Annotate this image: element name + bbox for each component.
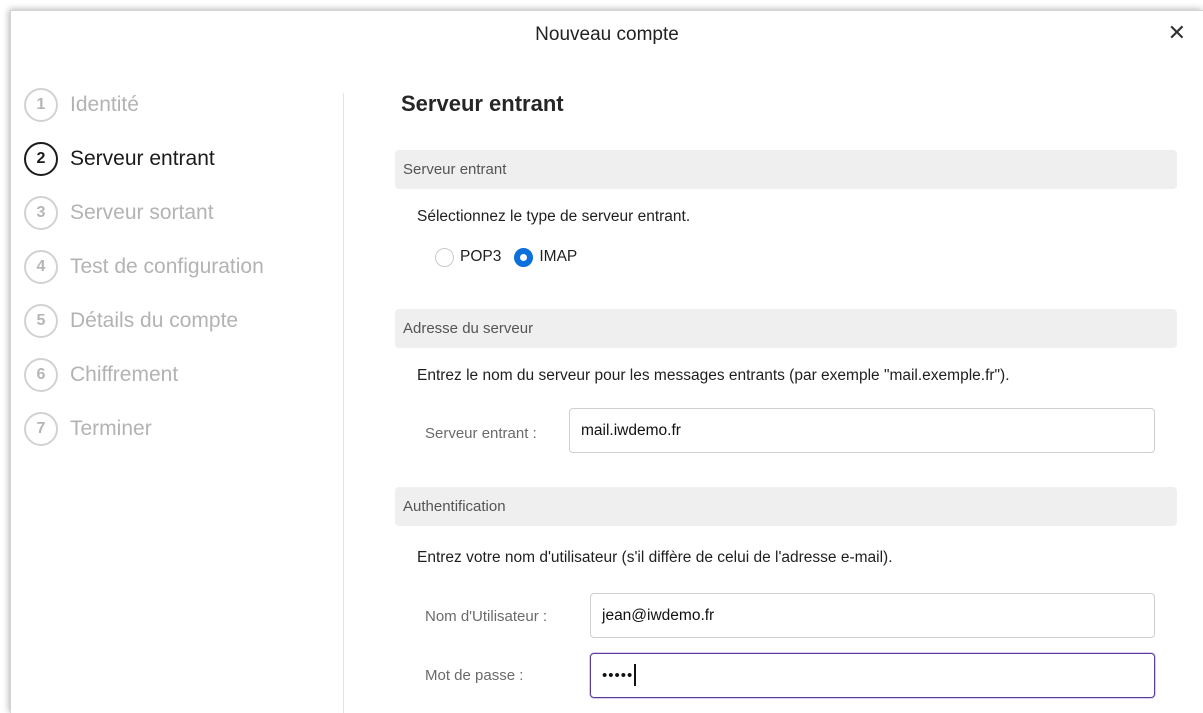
section-header-server-address: Adresse du serveur xyxy=(395,309,1177,348)
step-label: Test de configuration xyxy=(70,255,264,278)
sidebar-divider xyxy=(343,93,344,713)
step-number-badge: 2 xyxy=(24,142,58,176)
close-icon[interactable]: ✕ xyxy=(1168,20,1186,46)
step-number-badge: 6 xyxy=(24,358,58,392)
radio-pop3-label[interactable]: POP3 xyxy=(460,248,501,266)
radio-imap-label[interactable]: IMAP xyxy=(539,248,577,266)
server-type-description: Sélectionnez le type de serveur entrant. xyxy=(417,208,691,225)
step-number-badge: 7 xyxy=(24,412,58,446)
step-label: Identité xyxy=(70,93,139,116)
step-serveur-sortant[interactable]: 3 Serveur sortant xyxy=(24,193,214,233)
step-number-badge: 5 xyxy=(24,304,58,338)
title-bar: Nouveau compte ✕ xyxy=(11,11,1203,59)
text-caret xyxy=(634,663,637,686)
step-number-badge: 4 xyxy=(24,250,58,284)
password-input[interactable]: ••••• xyxy=(590,653,1155,698)
step-label: Terminer xyxy=(70,417,152,440)
step-terminer[interactable]: 7 Terminer xyxy=(24,409,152,449)
incoming-server-input[interactable]: mail.iwdemo.fr xyxy=(569,408,1155,453)
step-number-badge: 3 xyxy=(24,196,58,230)
authentication-description: Entrez votre nom d'utilisateur (s'il dif… xyxy=(417,549,893,566)
step-number-badge: 1 xyxy=(24,88,58,122)
server-type-radio-group: POP3 IMAP xyxy=(435,245,590,269)
section-header-authentication: Authentification xyxy=(395,487,1177,526)
incoming-server-label: Serveur entrant : xyxy=(425,425,537,442)
step-label: Chiffrement xyxy=(70,363,179,386)
step-details-compte[interactable]: 5 Détails du compte xyxy=(24,301,238,341)
username-label: Nom d'Utilisateur : xyxy=(425,608,548,625)
step-label: Serveur entrant xyxy=(70,147,215,170)
password-label: Mot de passe : xyxy=(425,667,524,684)
step-label: Détails du compte xyxy=(70,309,239,332)
step-label: Serveur sortant xyxy=(70,201,214,224)
page-title: Serveur entrant xyxy=(401,91,564,116)
new-account-dialog: Nouveau compte ✕ 1 Identité 2 Serveur en… xyxy=(10,10,1203,713)
section-header-server-type: Serveur entrant xyxy=(395,150,1177,189)
step-serveur-entrant[interactable]: 2 Serveur entrant xyxy=(24,139,215,179)
radio-imap[interactable] xyxy=(514,247,534,267)
radio-pop3[interactable] xyxy=(435,247,454,267)
username-input[interactable]: jean@iwdemo.fr xyxy=(590,593,1155,638)
step-test-configuration[interactable]: 4 Test de configuration xyxy=(24,247,264,287)
step-identite[interactable]: 1 Identité xyxy=(24,85,139,125)
password-masked-value: ••••• xyxy=(602,667,634,684)
dialog-title: Nouveau compte xyxy=(535,24,679,45)
server-address-description: Entrez le nom du serveur pour les messag… xyxy=(417,367,1010,384)
step-chiffrement[interactable]: 6 Chiffrement xyxy=(24,355,178,395)
